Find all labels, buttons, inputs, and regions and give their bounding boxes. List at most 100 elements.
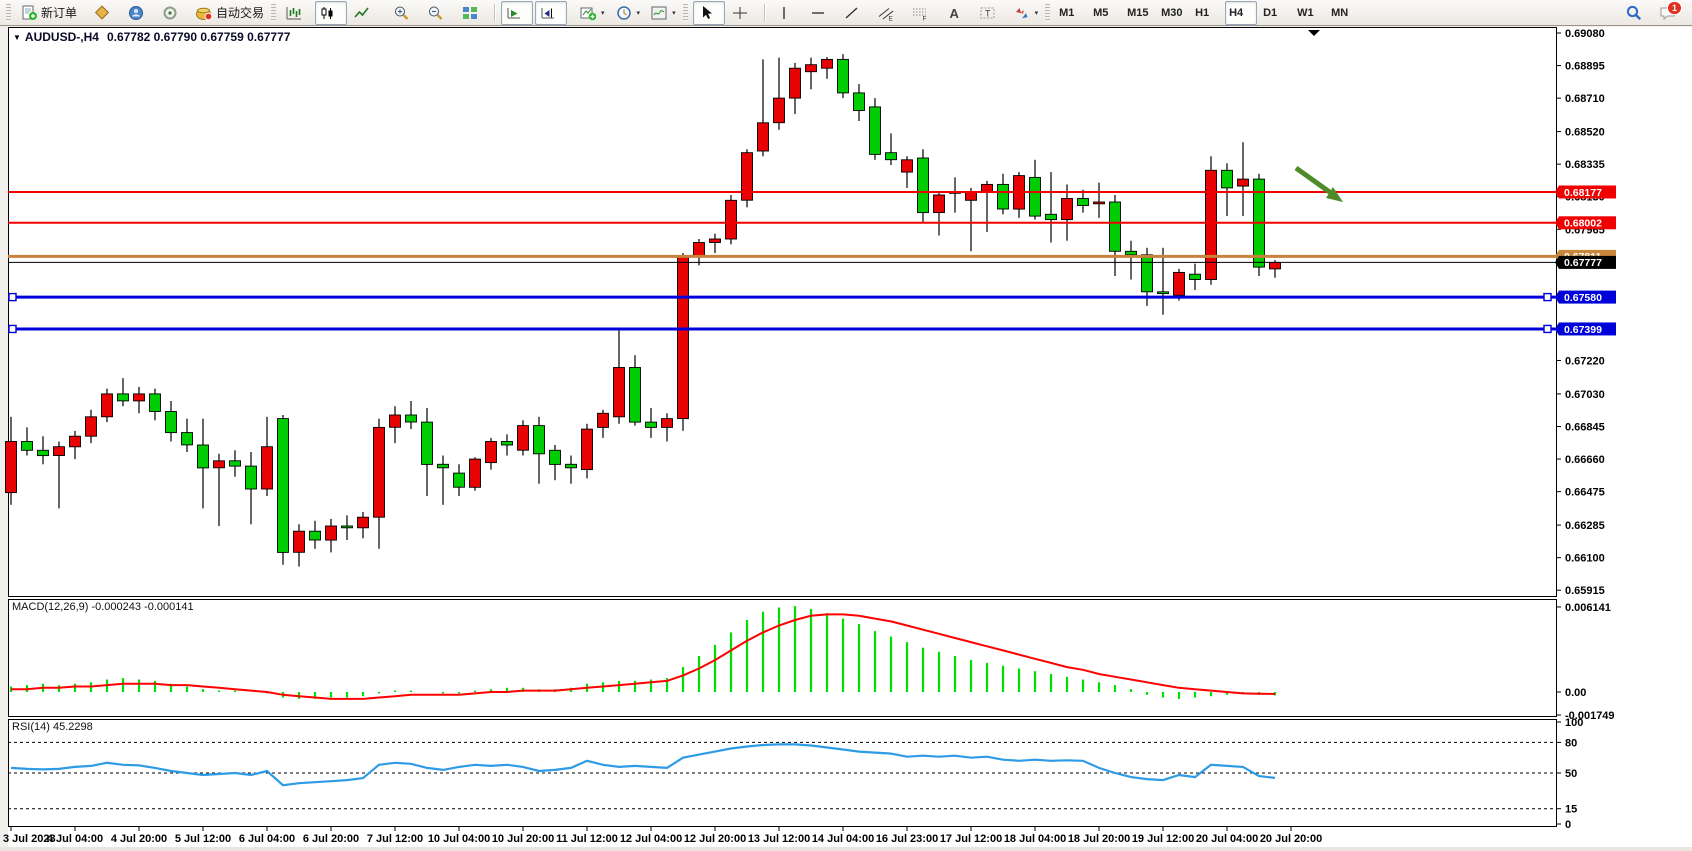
svg-text:0: 0 bbox=[1565, 819, 1571, 831]
channel-button[interactable]: E bbox=[873, 1, 905, 25]
macd-indicator-label: MACD(12,26,9) -0.000243 -0.000141 bbox=[12, 601, 194, 613]
templates-button[interactable]: ▾ bbox=[646, 1, 680, 25]
svg-text:4 Jul 04:00: 4 Jul 04:00 bbox=[47, 833, 103, 845]
svg-text:14 Jul 04:00: 14 Jul 04:00 bbox=[812, 833, 874, 845]
text-a-icon: A bbox=[945, 5, 963, 21]
zoom-out-button[interactable] bbox=[423, 1, 455, 25]
toolbar-grip bbox=[683, 4, 688, 22]
timeframe-d1-button[interactable]: D1 bbox=[1259, 1, 1291, 25]
svg-text:18 Jul 04:00: 18 Jul 04:00 bbox=[1004, 833, 1066, 845]
chart-canvas[interactable]: 0.690800.688950.687100.685200.683350.681… bbox=[0, 0, 1692, 851]
periodicity-button[interactable]: ▾ bbox=[611, 1, 645, 25]
shapes-icon bbox=[1013, 5, 1031, 21]
svg-text:19 Jul 12:00: 19 Jul 12:00 bbox=[1132, 833, 1194, 845]
bar-chart-button[interactable] bbox=[281, 1, 313, 25]
svg-text:16 Jul 23:00: 16 Jul 23:00 bbox=[876, 833, 938, 845]
toolbar-grip bbox=[1045, 4, 1050, 22]
timeframe-m15-button[interactable]: M15 bbox=[1123, 1, 1155, 25]
tile-icon bbox=[461, 5, 479, 21]
autotrade-button[interactable]: 自动交易 bbox=[191, 1, 268, 25]
svg-text:F: F bbox=[922, 15, 926, 21]
search-icon bbox=[1625, 5, 1643, 21]
svg-text:0.65915: 0.65915 bbox=[1565, 585, 1605, 597]
metaeditor-button[interactable] bbox=[89, 1, 121, 25]
crosshair-icon bbox=[731, 5, 749, 21]
cursor-icon bbox=[697, 5, 715, 21]
horizontal-line-button[interactable] bbox=[805, 1, 837, 25]
cursor-button[interactable] bbox=[693, 1, 725, 25]
timeframe-mn-button[interactable]: MN bbox=[1327, 1, 1359, 25]
fibonacci-button[interactable]: F bbox=[907, 1, 939, 25]
timeframe-h1-button[interactable]: H1 bbox=[1191, 1, 1223, 25]
clock-icon bbox=[615, 5, 633, 21]
svg-text:0.69080: 0.69080 bbox=[1565, 28, 1605, 40]
toolbar-separator bbox=[494, 4, 496, 22]
svg-text:0.66285: 0.66285 bbox=[1565, 520, 1605, 532]
svg-text:0.006141: 0.006141 bbox=[1565, 602, 1611, 614]
candlestick-button[interactable] bbox=[315, 1, 347, 25]
notifications-button[interactable]: 1 bbox=[1655, 1, 1687, 25]
chart-shift-button[interactable] bbox=[535, 1, 567, 25]
svg-text:0.68177: 0.68177 bbox=[1564, 187, 1602, 199]
toolbar-grip bbox=[6, 4, 11, 22]
svg-text:10 Jul 20:00: 10 Jul 20:00 bbox=[492, 833, 554, 845]
svg-text:7 Jul 12:00: 7 Jul 12:00 bbox=[367, 833, 423, 845]
svg-text:0.67399: 0.67399 bbox=[1564, 324, 1602, 336]
autotrade-icon bbox=[195, 5, 213, 21]
timeframe-m30-button[interactable]: M30 bbox=[1157, 1, 1189, 25]
symbol-period-label: AUDUSD-,H4 bbox=[25, 30, 99, 44]
svg-text:0.68002: 0.68002 bbox=[1564, 218, 1602, 230]
label-button[interactable]: T bbox=[975, 1, 1007, 25]
new-order-button[interactable]: 新订单 bbox=[16, 1, 81, 25]
timeframe-w1-button[interactable]: W1 bbox=[1293, 1, 1325, 25]
svg-text:20 Jul 20:00: 20 Jul 20:00 bbox=[1260, 833, 1322, 845]
svg-text:4 Jul 20:00: 4 Jul 20:00 bbox=[111, 833, 167, 845]
timeframe-m1-button[interactable]: M1 bbox=[1055, 1, 1087, 25]
svg-text:11 Jul 12:00: 11 Jul 12:00 bbox=[556, 833, 618, 845]
svg-text:0.67030: 0.67030 bbox=[1565, 389, 1605, 401]
svg-text:100: 100 bbox=[1565, 717, 1583, 729]
vertical-line-button[interactable] bbox=[771, 1, 803, 25]
timeframe-h4-button[interactable]: H4 bbox=[1225, 1, 1257, 25]
new-chart-button[interactable]: ▾ bbox=[575, 1, 609, 25]
svg-text:50: 50 bbox=[1565, 768, 1577, 780]
hline-icon bbox=[809, 5, 827, 21]
signals-button[interactable] bbox=[157, 1, 189, 25]
autoscroll-button[interactable] bbox=[501, 1, 533, 25]
svg-text:0.68520: 0.68520 bbox=[1565, 127, 1605, 139]
zoom-in-icon bbox=[393, 5, 411, 21]
terminal-button[interactable] bbox=[123, 1, 155, 25]
toolbar: 新订单自动交易▾▾▾EFAT▾M1M5M15M30H1H4D1W1MN1 bbox=[0, 0, 1692, 26]
zoom-in-button[interactable] bbox=[389, 1, 421, 25]
svg-text:80: 80 bbox=[1565, 737, 1577, 749]
svg-text:10 Jul 04:00: 10 Jul 04:00 bbox=[428, 833, 490, 845]
svg-text:T: T bbox=[985, 8, 991, 18]
label-t-icon: T bbox=[979, 5, 997, 21]
chart-candles-icon bbox=[319, 5, 337, 21]
channel-icon: E bbox=[877, 5, 895, 21]
chevron-down-icon[interactable]: ▼ bbox=[13, 33, 21, 42]
svg-text:6 Jul 04:00: 6 Jul 04:00 bbox=[239, 833, 295, 845]
chart-window-title: ▼AUDUSD-,H40.67782 0.67790 0.67759 0.677… bbox=[13, 30, 290, 44]
timeframe-m5-button[interactable]: M5 bbox=[1089, 1, 1121, 25]
shapes-button[interactable]: ▾ bbox=[1009, 1, 1043, 25]
svg-text:0.66845: 0.66845 bbox=[1565, 421, 1605, 433]
chart-bars-icon bbox=[285, 5, 303, 21]
svg-text:20 Jul 04:00: 20 Jul 04:00 bbox=[1196, 833, 1258, 845]
metaeditor-icon bbox=[93, 5, 111, 21]
line-chart-button[interactable] bbox=[349, 1, 381, 25]
text-button[interactable]: A bbox=[941, 1, 973, 25]
svg-text:0.00: 0.00 bbox=[1565, 687, 1586, 699]
fibo-icon: F bbox=[911, 5, 929, 21]
template-icon bbox=[650, 5, 668, 21]
chart-line-icon bbox=[353, 5, 371, 21]
search-button[interactable] bbox=[1621, 1, 1653, 25]
trendline-button[interactable] bbox=[839, 1, 871, 25]
tile-windows-button[interactable] bbox=[457, 1, 489, 25]
svg-text:5 Jul 12:00: 5 Jul 12:00 bbox=[175, 833, 231, 845]
svg-text:0.67777: 0.67777 bbox=[1564, 257, 1602, 269]
svg-text:A: A bbox=[949, 6, 959, 21]
svg-text:12 Jul 04:00: 12 Jul 04:00 bbox=[620, 833, 682, 845]
crosshair-button[interactable] bbox=[727, 1, 759, 25]
toolbar-separator bbox=[764, 4, 766, 22]
